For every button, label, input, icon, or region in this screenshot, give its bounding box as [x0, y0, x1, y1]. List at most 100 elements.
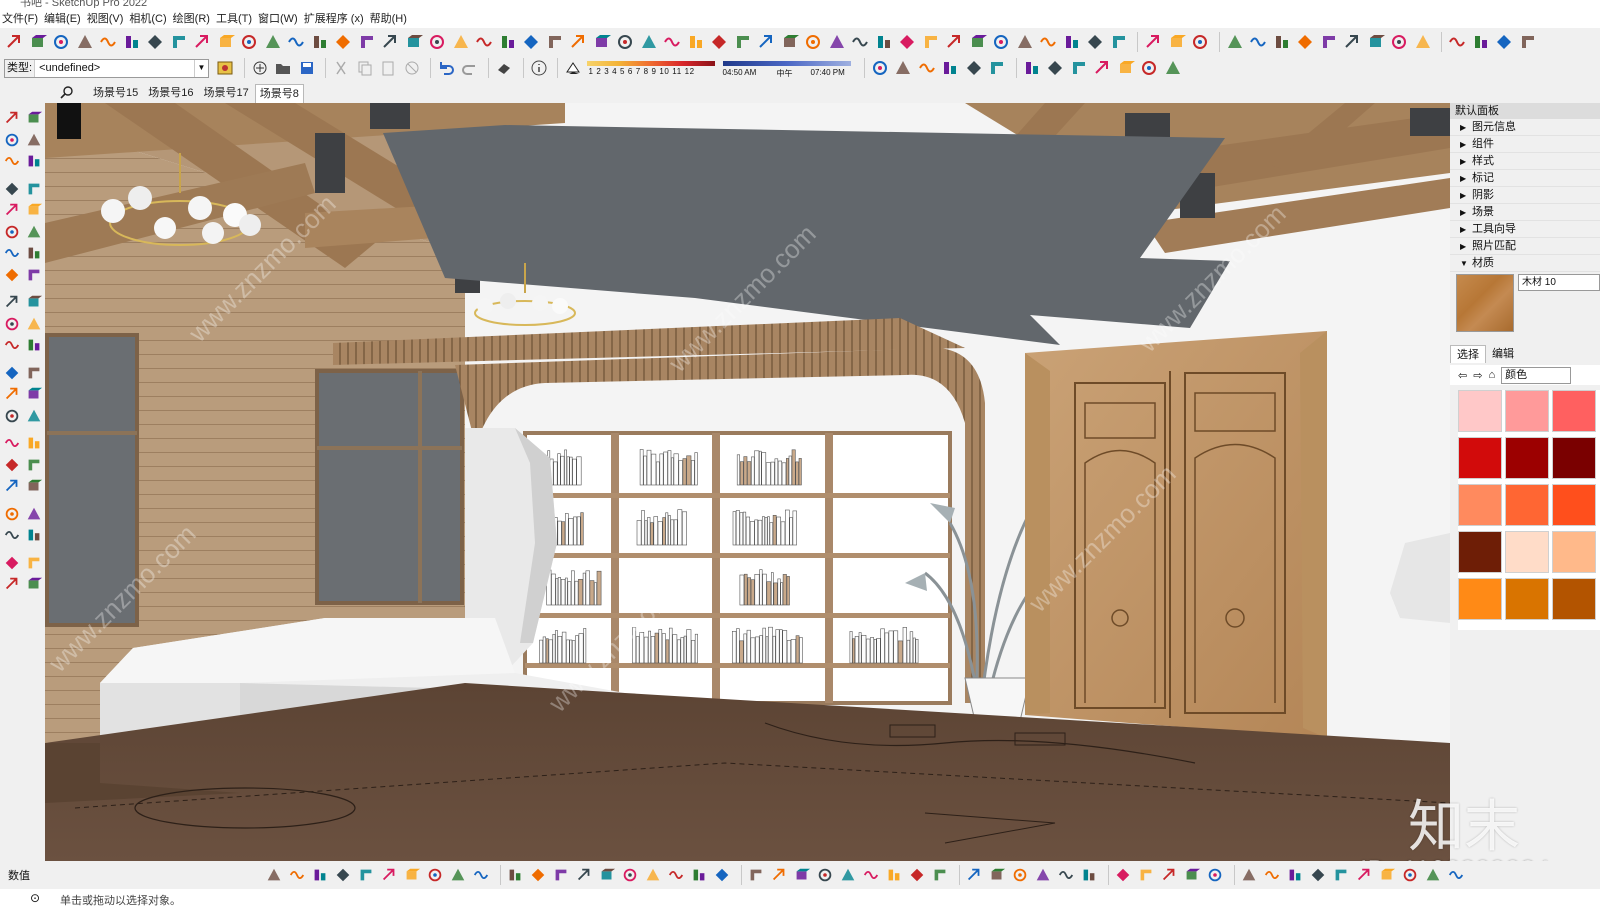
paste-icon[interactable] — [378, 58, 398, 78]
extension-tool-icon[interactable] — [1167, 32, 1187, 52]
extension-tool-icon[interactable] — [192, 32, 212, 52]
extension-tool-icon[interactable] — [1248, 32, 1268, 52]
bottom-tool-icon[interactable] — [1424, 866, 1442, 884]
stamp-icon[interactable] — [25, 554, 43, 572]
bottom-tool-icon[interactable] — [1034, 866, 1052, 884]
bottom-tool-icon[interactable] — [770, 866, 788, 884]
shadow-time-slider[interactable]: 04:50 AM 中午 07:40 PM — [722, 58, 851, 78]
color-swatch[interactable] — [1458, 437, 1502, 479]
extension-tool-icon[interactable] — [1389, 32, 1409, 52]
move-icon[interactable] — [3, 293, 21, 311]
axes-icon[interactable] — [3, 407, 21, 425]
home-icon[interactable]: ⌂ — [1488, 369, 1495, 381]
menu-draw[interactable]: 绘图(R) — [173, 10, 216, 26]
tray-section-components[interactable]: ▶ 组件 — [1450, 136, 1600, 153]
hidden-line-icon[interactable] — [1092, 58, 1112, 78]
extension-tool-icon[interactable] — [4, 32, 24, 52]
material-collection-dropdown[interactable]: 颜色 — [1501, 366, 1572, 384]
scale-icon[interactable] — [3, 336, 21, 354]
extension-tool-icon[interactable] — [756, 32, 776, 52]
bottom-tool-icon[interactable] — [529, 866, 547, 884]
extension-tool-icon[interactable] — [1366, 32, 1386, 52]
extension-tool-icon[interactable] — [1190, 32, 1210, 52]
bottom-tool-icon[interactable] — [793, 866, 811, 884]
arc-icon[interactable] — [3, 244, 21, 262]
bottom-tool-icon[interactable] — [1447, 866, 1465, 884]
bottom-tool-icon[interactable] — [1011, 866, 1029, 884]
extension-tool-icon[interactable] — [709, 32, 729, 52]
bottom-tool-icon[interactable] — [449, 866, 467, 884]
color-swatch[interactable] — [1552, 437, 1596, 479]
follow-me-icon[interactable] — [25, 315, 43, 333]
back-edges-icon[interactable] — [1045, 58, 1065, 78]
extension-tool-icon[interactable] — [75, 32, 95, 52]
bottom-tool-icon[interactable] — [1160, 866, 1178, 884]
color-swatch[interactable] — [1458, 484, 1502, 526]
bottom-tool-icon[interactable] — [690, 866, 708, 884]
bottom-tool-icon[interactable] — [1114, 866, 1132, 884]
extension-tool-icon[interactable] — [263, 32, 283, 52]
dimension-icon[interactable] — [25, 364, 43, 382]
position-camera-icon[interactable] — [3, 505, 21, 523]
monochrome-icon[interactable] — [1163, 58, 1183, 78]
extension-tool-icon[interactable] — [1342, 32, 1362, 52]
tab-select[interactable]: 选择 — [1450, 345, 1486, 363]
extension-tool-icon[interactable] — [1109, 32, 1129, 52]
bottom-tool-icon[interactable] — [621, 866, 639, 884]
previous-view-icon[interactable] — [25, 477, 43, 495]
copy-icon[interactable] — [355, 58, 375, 78]
zoom-extents-icon[interactable] — [3, 477, 21, 495]
extension-tool-icon[interactable] — [1272, 32, 1292, 52]
arrow-right-icon[interactable]: ⇨ — [1473, 369, 1482, 382]
bottom-tool-icon[interactable] — [885, 866, 903, 884]
bottom-tool-icon[interactable] — [506, 866, 524, 884]
three-point-arc-icon[interactable] — [25, 266, 43, 284]
color-swatch[interactable] — [1505, 484, 1549, 526]
extension-tool-icon[interactable] — [333, 32, 353, 52]
xray-icon[interactable] — [1022, 58, 1042, 78]
text-icon[interactable] — [25, 385, 43, 403]
tab-edit[interactable]: 编辑 — [1486, 345, 1520, 363]
extension-tool-icon[interactable] — [850, 32, 870, 52]
extension-tool-icon[interactable] — [1518, 32, 1538, 52]
bottom-tool-icon[interactable] — [357, 866, 375, 884]
model-viewport[interactable]: www.znzmo.com www.znzmo.com www.znzmo.co… — [45, 103, 1450, 861]
bottom-tool-icon[interactable] — [311, 866, 329, 884]
bottom-tool-icon[interactable] — [426, 866, 444, 884]
extension-tool-icon[interactable] — [98, 32, 118, 52]
extension-tool-icon[interactable] — [780, 32, 800, 52]
back-view-icon[interactable] — [964, 58, 984, 78]
pencil-icon[interactable] — [25, 152, 43, 170]
bottom-tool-icon[interactable] — [988, 866, 1006, 884]
polygon-icon[interactable] — [25, 223, 43, 241]
bottom-tool-icon[interactable] — [1240, 866, 1258, 884]
new-file-icon[interactable] — [250, 58, 270, 78]
two-point-arc-icon[interactable] — [25, 244, 43, 262]
bottom-tool-icon[interactable] — [1206, 866, 1224, 884]
bottom-tool-icon[interactable] — [403, 866, 421, 884]
components-icon[interactable] — [3, 152, 21, 170]
extension-tool-icon[interactable] — [498, 32, 518, 52]
extension-tool-icon[interactable] — [1413, 32, 1433, 52]
color-swatch[interactable] — [1458, 578, 1502, 620]
extension-tool-icon[interactable] — [545, 32, 565, 52]
extension-tool-icon[interactable] — [380, 32, 400, 52]
tag-dropdown[interactable]: 类型: <undefined> ▼ — [4, 58, 209, 78]
bottom-tool-icon[interactable] — [1355, 866, 1373, 884]
extension-tool-icon[interactable] — [874, 32, 894, 52]
extension-tool-icon[interactable] — [1062, 32, 1082, 52]
line-icon[interactable] — [3, 180, 21, 198]
shaded-texture-icon[interactable] — [1139, 58, 1159, 78]
tray-section-scenes[interactable]: ▶ 场景 — [1450, 204, 1600, 221]
shaded-icon[interactable] — [1116, 58, 1136, 78]
left-view-icon[interactable] — [987, 58, 1007, 78]
tape-measure-icon[interactable] — [3, 364, 21, 382]
eraser-icon[interactable] — [25, 131, 43, 149]
circle-icon[interactable] — [3, 223, 21, 241]
bottom-tool-icon[interactable] — [908, 866, 926, 884]
bottom-tool-icon[interactable] — [1309, 866, 1327, 884]
select-icon[interactable] — [3, 109, 21, 127]
save-icon[interactable] — [297, 58, 317, 78]
bottom-tool-icon[interactable] — [1378, 866, 1396, 884]
bottom-tool-icon[interactable] — [931, 866, 949, 884]
